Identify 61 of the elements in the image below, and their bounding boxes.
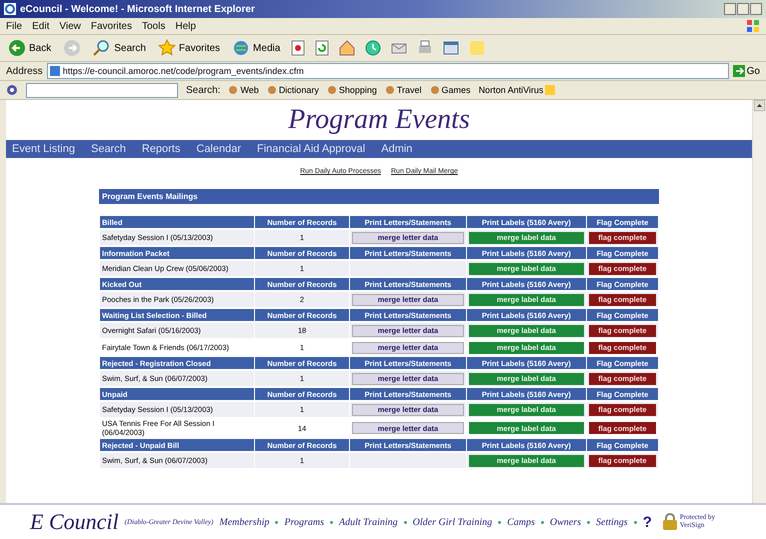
nav-link[interactable]: Financial Aid Approval xyxy=(257,143,366,155)
globe-icon xyxy=(232,39,250,57)
bullet-icon xyxy=(540,520,544,524)
address-field[interactable]: https://e-council.amoroc.net/code/program_events/index.cfm xyxy=(46,63,729,79)
section-header: Program Events Mailings xyxy=(99,189,659,204)
menu-item[interactable]: Edit xyxy=(32,20,50,32)
go-button[interactable]: Go xyxy=(732,65,760,77)
site-logo: E Council xyxy=(30,509,119,535)
search-label: Search: xyxy=(186,84,220,96)
back-button[interactable]: Back xyxy=(6,38,54,58)
window-title: eCouncil - Welcome! - Microsoft Internet Explorer xyxy=(20,4,255,14)
padlock-icon xyxy=(662,513,678,531)
footer-link[interactable]: Settings xyxy=(596,516,628,528)
page-title: Program Events xyxy=(288,104,470,136)
footer-link[interactable]: Owners xyxy=(550,516,582,528)
bullet-icon xyxy=(587,520,590,524)
footer-link[interactable]: Older Girl Training xyxy=(412,516,492,528)
footer-link[interactable]: Camps xyxy=(507,516,535,528)
bullet-icon xyxy=(275,520,278,524)
help-link[interactable]: ? xyxy=(642,514,652,530)
history-icon[interactable] xyxy=(364,39,382,57)
ie-logo-icon xyxy=(4,3,16,15)
menu-item[interactable]: Tools xyxy=(142,20,166,32)
favorites-button[interactable]: Favorites xyxy=(156,38,222,58)
star-icon xyxy=(158,39,176,57)
nav-link[interactable]: Reports xyxy=(142,143,180,155)
toolbar-link[interactable]: Travel xyxy=(384,85,422,95)
window-controls[interactable] xyxy=(724,3,762,15)
search-field[interactable] xyxy=(26,82,178,98)
nav-link[interactable]: Event Listing xyxy=(12,143,75,155)
media-button[interactable]: Media xyxy=(230,38,282,58)
nav-link[interactable]: Admin xyxy=(381,143,412,155)
toolbar-link[interactable]: Web xyxy=(228,85,259,95)
toolbar-link[interactable]: Shopping xyxy=(326,85,377,95)
bullet-icon xyxy=(634,520,637,524)
search-button[interactable]: Search xyxy=(91,38,148,58)
footer-link[interactable]: Adult Training xyxy=(339,516,398,528)
home-icon[interactable] xyxy=(338,39,356,57)
bullet-icon xyxy=(330,520,334,524)
bullet-icon xyxy=(498,520,502,524)
page-icon xyxy=(50,66,60,76)
footer-link[interactable]: Membership xyxy=(219,516,270,528)
norton-button[interactable]: Norton AntiVirus xyxy=(478,85,556,95)
toolbar-link[interactable]: Dictionary xyxy=(266,85,319,95)
windows-flag-icon xyxy=(746,19,760,33)
toolbar-link[interactable]: Games xyxy=(430,85,471,95)
menu-item[interactable]: View xyxy=(59,20,81,32)
refresh-icon[interactable] xyxy=(314,40,330,56)
menu-item[interactable]: File xyxy=(6,20,22,32)
bullet-icon xyxy=(404,520,407,524)
footer-link[interactable]: Programs xyxy=(284,516,324,528)
nav-link[interactable]: Search xyxy=(90,143,126,155)
menu-item[interactable]: Help xyxy=(175,20,196,32)
edit-window-icon[interactable] xyxy=(442,39,460,57)
address-label: Address xyxy=(6,66,43,76)
stop-icon[interactable] xyxy=(290,40,306,56)
scroll-up-icon[interactable] xyxy=(754,100,765,111)
go-arrow-icon xyxy=(732,65,745,77)
toolbar-logo-icon xyxy=(6,84,18,96)
nav-link[interactable]: Calendar xyxy=(196,143,242,155)
menu-item[interactable]: Favorites xyxy=(90,20,132,32)
